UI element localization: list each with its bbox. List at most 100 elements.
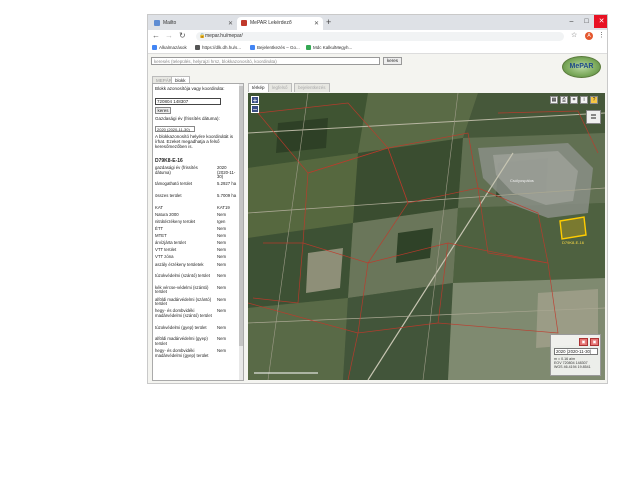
property-value: Nem <box>217 233 227 239</box>
profile-avatar[interactable]: A <box>585 32 593 40</box>
mepar-logo: MePAR <box>562 56 601 78</box>
satellite-map[interactable]: D79K8-E-16 Csólyospálos + − ▦ ⎙ ⌗ i ? ≣ … <box>248 93 605 380</box>
property-key: támogatható terület <box>155 181 193 187</box>
map-mode-icon[interactable]: ▣ <box>579 338 588 346</box>
panel-scrollbar[interactable] <box>239 84 243 380</box>
block-id-input[interactable]: 720804 148307 <box>155 98 221 105</box>
google-icon <box>250 45 255 51</box>
globe-icon <box>195 45 200 51</box>
property-value: Nem <box>217 261 227 267</box>
close-tab-icon[interactable]: ✕ <box>314 20 319 27</box>
property-key: túzokvédelmi (gyep) terület <box>155 324 207 330</box>
close-tab-icon[interactable]: ✕ <box>228 20 233 27</box>
info-text: A blokkazonosító helyére koordinátát is … <box>155 134 234 149</box>
property-value: Igen <box>217 218 226 224</box>
property-key: összes terület <box>155 193 182 198</box>
print-icon[interactable]: ⎙ <box>560 96 568 104</box>
coordinate-readout: m = 0.16 a/m EOV 720804 148307 WGS 46.41… <box>554 357 591 369</box>
search-input[interactable]: keresés (település, helyrajzi hrsz, blok… <box>151 57 380 65</box>
zoom-in-button[interactable]: + <box>251 96 259 105</box>
layers-icon[interactable]: ≣ <box>586 110 601 124</box>
property-value: 5.2927 ha <box>217 181 237 187</box>
property-key: VTT terület <box>155 247 177 253</box>
selected-block-label: D79K8-E-16 <box>562 240 585 245</box>
property-key: alföldi madárvédelmi (szántó) terület <box>155 296 212 307</box>
search-button[interactable]: keres <box>383 57 402 65</box>
block-search-label: Blokk azonosítója vagy koordináta: <box>155 86 225 91</box>
property-key: kék vércse-védelmi (szántó) terület <box>155 284 209 295</box>
property-key: VTT zóna <box>155 254 174 260</box>
zoom-out-button[interactable]: − <box>251 105 259 114</box>
property-key: ÉTT <box>155 226 164 231</box>
block-id-heading: D79K8-E-16 <box>155 158 183 164</box>
bookmark-star-icon[interactable]: ☆ <box>571 31 577 39</box>
block-search-button[interactable]: keres <box>155 107 171 114</box>
tab-label: MePAR Lekérdező <box>250 20 292 26</box>
tab-map[interactable]: térkép <box>248 83 269 92</box>
apps-grid-icon <box>152 45 157 51</box>
lock-icon: 🔒 <box>199 33 206 39</box>
map-tool-icon[interactable]: ▦ <box>550 96 558 104</box>
property-value: Nem <box>217 254 227 260</box>
property-value: Nem <box>217 226 227 231</box>
mepar-favicon-icon <box>241 20 247 26</box>
property-key: alföldi madárvédelmi (gyep) terület <box>155 336 208 346</box>
map-year-select[interactable]: 2020 (2020-11-30) <box>554 348 598 355</box>
minimize-button[interactable]: – <box>564 15 579 28</box>
address-row: ← → ↻ 🔒 mepar.hu/mepar/ ☆ A ⋮ <box>148 30 607 43</box>
bookmarks-bar: Alkalmazások https://dlk.dh.hu/s... Beje… <box>148 43 607 54</box>
property-value: Nem <box>217 211 227 217</box>
settlement-label: Csólyospálos <box>510 178 534 183</box>
property-value: Nem <box>217 336 227 342</box>
tab-login[interactable]: bejelentkezés <box>294 83 330 92</box>
property-value: 5.7009 ha <box>217 193 237 198</box>
info-icon[interactable]: i <box>580 96 588 104</box>
property-key: Natura 2000 <box>155 211 179 217</box>
property-key: hegy- és dombvidéki madárvédelmi (gyep) … <box>155 348 209 358</box>
property-value: Nem <box>217 348 227 353</box>
property-value: Nem <box>217 284 227 290</box>
property-key: túzokvédelmi (szántó) terület <box>155 273 210 279</box>
browser-window: Mailto ✕ MePAR Lekérdező ✕ + – □ ✕ ← → ↻… <box>147 14 608 384</box>
property-value: Nem <box>217 296 227 302</box>
address-bar[interactable]: 🔒 mepar.hu/mepar/ <box>196 32 564 41</box>
close-window-button[interactable]: ✕ <box>594 15 607 28</box>
property-key: hegy- és dombvidéki madárvédelmi (szántó… <box>155 308 212 318</box>
property-value: Nem <box>217 273 227 279</box>
map-info-box: ▣ ▣ 2020 (2020-11-30) m = 0.16 a/m EOV 7… <box>550 334 601 376</box>
scrollbar-thumb[interactable] <box>239 86 243 346</box>
back-arrow-icon[interactable]: ← <box>152 31 160 40</box>
map-compare-icon[interactable]: ▣ <box>590 338 599 346</box>
browser-tab-mailto[interactable]: Mailto ✕ <box>150 17 237 30</box>
property-value: Nem <box>217 247 227 253</box>
new-tab-button[interactable]: + <box>326 17 331 27</box>
sheet-icon <box>306 45 311 51</box>
help-icon[interactable]: ? <box>590 96 598 104</box>
bookmark-kalkul[interactable]: Mdc KalkulMegyh... <box>306 44 352 52</box>
url-text: mepar.hu/mepar/ <box>205 33 243 39</box>
property-value: Nem <box>217 324 227 330</box>
year-label: Gazdasági év (frissítés dátuma): <box>155 116 220 121</box>
browser-menu-icon[interactable]: ⋮ <box>598 31 605 39</box>
bookmark-apps[interactable]: Alkalmazások <box>152 44 187 52</box>
year-select[interactable]: 2020 (2020-11-30) <box>155 126 195 132</box>
measure-icon[interactable]: ⌗ <box>570 96 578 104</box>
forward-arrow-icon[interactable]: → <box>165 31 173 40</box>
property-value: Nem <box>217 240 227 246</box>
tab-legfelso[interactable]: legfelső <box>268 83 292 92</box>
bookmark-google-login[interactable]: Bejelentkezés – Go... <box>250 44 300 52</box>
mepar-page: keresés (település, helyrajzi hrsz, blok… <box>148 54 607 383</box>
property-key: árvízjárta terület <box>155 240 186 246</box>
property-value: Nem <box>217 308 227 314</box>
block-info-panel: Blokk azonosítója vagy koordináta: 72080… <box>152 83 244 381</box>
reload-icon[interactable]: ↻ <box>179 31 186 40</box>
browser-tab-mepar[interactable]: MePAR Lekérdező ✕ <box>237 17 323 30</box>
property-value: KAT19 <box>217 204 230 210</box>
mail-favicon-icon <box>154 20 160 26</box>
coord-line-wgs: WGS 46.4194 19.8541 <box>554 365 591 369</box>
property-value: 2020 (2020-11-30) <box>217 165 236 180</box>
bookmark-dlk[interactable]: https://dlk.dh.hu/s... <box>195 44 241 52</box>
maximize-button[interactable]: □ <box>579 15 594 28</box>
property-key: aszály érzékeny területek <box>155 261 204 267</box>
tab-strip: Mailto ✕ MePAR Lekérdező ✕ + – □ ✕ <box>148 15 607 30</box>
